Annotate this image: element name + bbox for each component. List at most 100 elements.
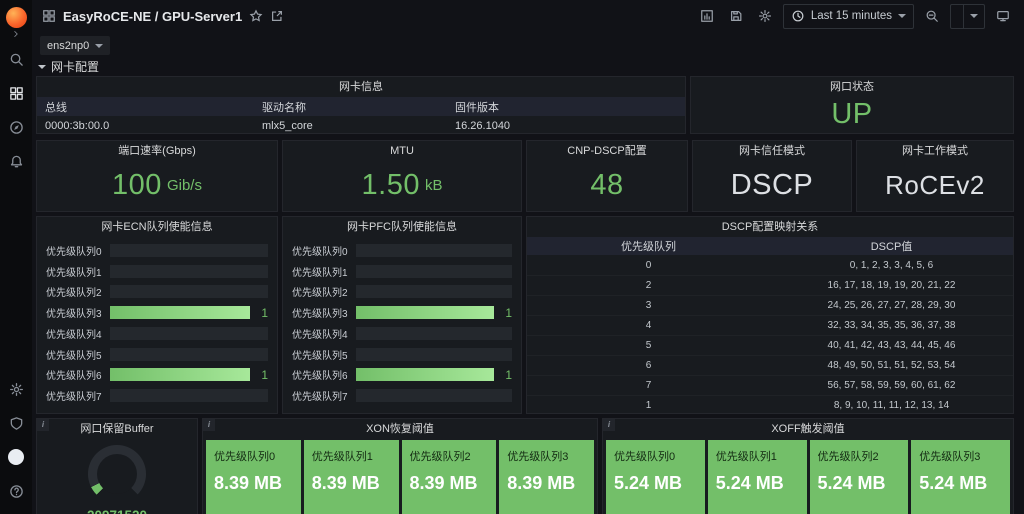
dashboard-grid-icon [42,9,56,23]
dashboard-row-header[interactable]: 网卡配置 [38,58,99,75]
stat-tile: 优先级队列3 8.39 MB [499,440,594,514]
table-cell: 0, 1, 2, 3, 3, 4, 5, 6 [849,259,934,271]
column-header[interactable]: 固件版本 [455,99,685,115]
column-header[interactable]: 总线 [45,99,262,115]
stat-tile: 优先级队列1 5.24 MB [707,440,807,514]
queue-bar-row: 优先级队列2 [46,282,268,301]
panel-xoff-threshold: XOFF触发阈值 优先级队列05.24 MB优先级队列15.24 MB 优先级队列… [602,418,1014,514]
queue-bar-row: 优先级队列7 [292,386,512,405]
panel-title[interactable]: 端口速率(Gbps) [37,141,277,161]
panel-work-mode: 网卡工作模式 RoCEv2 [856,140,1014,212]
stat-tile-value: 5.24 MB [614,473,683,493]
panel-title[interactable]: 网卡工作模式 [857,141,1013,161]
save-dashboard-icon[interactable] [725,4,747,28]
table-row: 6 48, 49, 50, 51, 51, 52, 53, 54 [527,355,1013,375]
queue-bar-row: 优先级队列0 [292,241,512,260]
column-header[interactable]: 优先级队列 [527,238,770,254]
stat-tile: 优先级队列1 8.39 MB [303,440,399,514]
stat-tile: 优先级队列3 5.24 MB [911,440,1010,514]
panel-pfc-queues: 网卡PFC队列使能信息 优先级队列0 优先级队列1 优先级队列2 优先级队列3 1 优先级… [282,216,522,414]
help-icon[interactable] [5,480,27,502]
search-icon[interactable] [5,48,27,70]
queue-bar [110,326,268,340]
panel-title[interactable]: 网口状态 [691,77,1013,97]
panel-info-icon[interactable] [603,419,615,431]
dashboard-title[interactable]: EasyRoCE-NE / GPU-Server1 [63,9,242,24]
panel-title[interactable]: CNP-DSCP配置 [527,141,687,161]
panel-title[interactable]: 网卡信息 [37,77,685,97]
panel-info-icon[interactable] [203,419,215,431]
star-icon[interactable] [249,9,263,23]
panel-title[interactable]: XOFF触发阈值 [603,419,1013,439]
queue-label: 优先级队列2 [46,288,102,300]
panel-title[interactable]: 网卡信任模式 [693,141,851,161]
table-row: 1 8, 9, 10, 11, 11, 12, 13, 14 [527,395,1013,415]
panel-title[interactable]: XON恢复阈值 [203,419,597,439]
zoom-out-icon[interactable] [921,4,943,28]
queue-label: 优先级队列5 [46,350,102,362]
queue-bar-row: 优先级队列6 1 [46,365,268,384]
queue-label: 优先级队列1 [46,267,102,279]
table-cell: 0 [645,259,652,271]
queue-label: 优先级队列7 [292,391,348,403]
panel-title[interactable]: DSCP配置映射关系 [527,217,1013,237]
panel-xon-threshold: XON恢复阈值 优先级队列08.39 MB优先级队列18.39 MB优先级队列2… [202,418,598,514]
table-cell: 4 [645,320,652,331]
queue-label: 优先级队列0 [292,247,348,258]
queue-bar-row: 优先级队列1 [292,262,512,281]
tv-mode-icon[interactable] [992,4,1014,28]
time-range-picker[interactable]: Last 15 minutes [782,3,914,29]
queue-bar [356,368,494,382]
alerting-bell-icon[interactable] [5,150,27,172]
refresh-interval-dropdown[interactable] [963,4,984,28]
panel-title[interactable]: MTU [283,141,521,161]
queue-bar-row: 优先级队列4 [292,324,512,343]
stat-tile-value: 8.39 MB [311,473,380,493]
table-row: 0000:3b:00.0 mlx5_core 16.26.1040 [37,116,685,135]
stat-tile: 优先级队列0 5.24 MB [606,440,705,514]
panel-port-status: 网口状态 UP [690,76,1014,134]
panel-info-icon[interactable] [37,419,49,431]
share-icon[interactable] [270,9,284,23]
dashboards-icon[interactable] [5,82,27,104]
stat-tiles: 优先级队列0 8.39 MB 优先级队列1 8.39 MB 优先级队列2 8.39 MB 优… [206,440,594,514]
stat-value: 48 [527,163,687,207]
queue-value: 1 [261,367,268,382]
column-header[interactable]: 驱动名称 [262,99,455,115]
add-panel-icon[interactable] [696,4,718,28]
top-navbar: EasyRoCE-NE / GPU-Server1 Last 15 minute… [32,0,1024,32]
column-header[interactable]: DSCP值 [770,238,1013,254]
queue-label: 优先级队列2 [292,288,348,300]
port-status-value: UP [831,97,873,130]
dashboard-settings-gear-icon[interactable] [754,4,776,28]
stat-tile: 优先级队列2 8.39 MB [401,440,497,514]
stat-tiles: 优先级队列0 5.24 MB 优先级队列1 5.24 MB 优先级队列2 5.24 MB 优… [606,440,1010,514]
stat-value: 100 Gib/s [37,163,277,207]
stat-tile-label: 优先级队列3 [919,451,981,463]
queue-bar [110,388,268,402]
queue-bar [110,264,268,278]
panel-title[interactable]: 网卡PFC队列使能信息 [283,217,521,237]
stat-number: 100 [112,168,162,201]
explore-compass-icon[interactable] [5,116,27,138]
sidebar-expand-icon[interactable] [5,28,27,40]
queue-label: 优先级队列4 [292,329,348,341]
variable-dropdown-interface[interactable]: ens2np0 [40,36,111,55]
server-admin-shield-icon[interactable] [5,412,27,434]
panel-title[interactable]: 网卡ECN队列使能信息 [37,217,277,237]
chevron-down-icon [970,14,978,18]
queue-bar-row: 优先级队列4 [46,324,268,343]
table-row: 4 32, 33, 34, 35, 35, 36, 37, 38 [527,315,1013,335]
stat-number: 1.50 [361,168,420,201]
queue-bar [110,368,250,382]
table-row: 3 24, 25, 26, 27, 27, 28, 29, 30 [527,295,1013,315]
configuration-gear-icon[interactable] [5,378,27,400]
grafana-logo-icon[interactable] [5,6,27,28]
panel-dscp-mapping: DSCP配置映射关系 优先级队列 DSCP值 0 0, 1, 2, 3, 3, 4,… [526,216,1014,414]
user-avatar[interactable] [5,446,27,468]
sidebar [0,0,32,514]
refresh-icon[interactable] [951,5,963,28]
panel-title[interactable]: 网口保留Buffer [37,419,197,439]
bar-gauge-list: 优先级队列0 优先级队列1 优先级队列2 优先级队列3 1 优先级队列4 优先级队列5 优先级… [46,241,268,405]
queue-bar-row: 优先级队列1 [46,262,268,281]
